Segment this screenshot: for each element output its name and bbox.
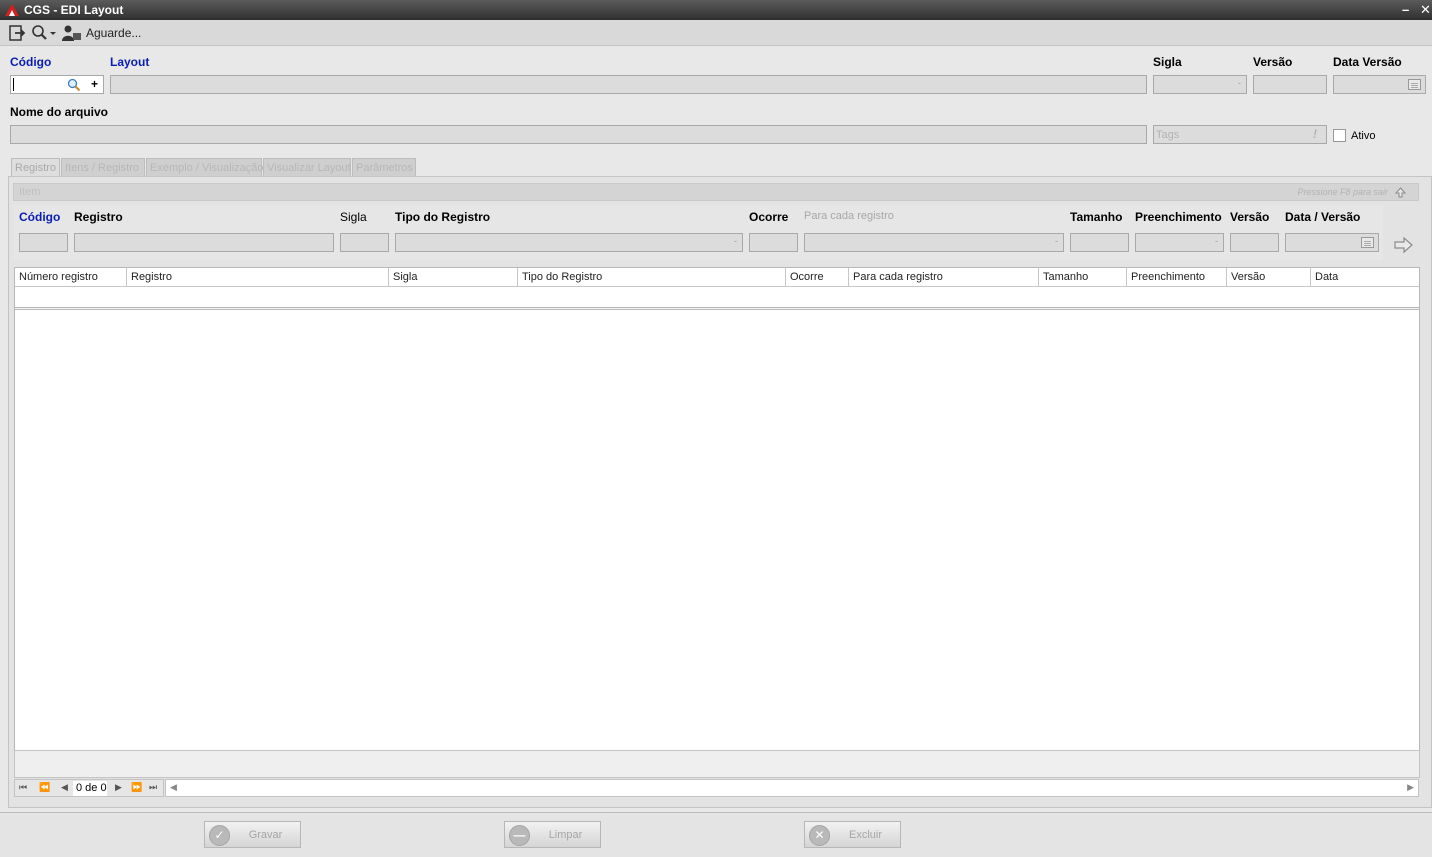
sigla-dropdown[interactable] [1153, 75, 1247, 94]
tags-field[interactable]: Tags ! [1153, 125, 1327, 144]
calendar-icon[interactable] [1361, 237, 1374, 248]
column-header-versao[interactable]: Versão [1227, 268, 1311, 287]
records-grid[interactable]: Número registro Registro Sigla Tipo do R… [14, 267, 1420, 751]
ativo-label: Ativo [1351, 130, 1376, 142]
toolbar: Aguarde... [0, 20, 1432, 46]
versao-label: Versão [1253, 55, 1293, 69]
prev-page-icon[interactable]: ◀ [61, 782, 68, 793]
close-button[interactable]: ✕ [1420, 2, 1431, 18]
column-header-para-cada-registro[interactable]: Para cada registro [849, 268, 1039, 287]
delete-label: Excluir [848, 829, 882, 841]
item-versao-field[interactable] [1230, 233, 1279, 252]
item-tipo-dropdown[interactable] [395, 233, 743, 252]
tab-parametros[interactable]: Parâmetros [352, 158, 416, 177]
app-logo-icon [5, 4, 19, 16]
add-arrow-icon[interactable] [1394, 236, 1414, 254]
last-page-icon[interactable]: ⏭ [149, 782, 157, 793]
minimize-button[interactable]: – [1402, 2, 1409, 17]
item-codigo-label: Código [19, 210, 61, 224]
users-icon[interactable] [62, 24, 82, 42]
column-header-data[interactable]: Data [1311, 268, 1419, 287]
next-page-icon[interactable]: ▶ [115, 782, 122, 793]
layout-field[interactable] [110, 75, 1147, 94]
column-header-tipo-registro[interactable]: Tipo do Registro [518, 268, 786, 287]
pager: ⏮ ⏪ ◀ 0 de 0 ▶ ⏩ ⏭ [14, 779, 164, 797]
data-versao-label: Data Versão [1333, 55, 1402, 69]
title-bar: CGS - EDI Layout – ✕ [0, 0, 1432, 20]
scroll-left-icon[interactable]: ◀ [170, 782, 177, 793]
search-icon[interactable] [67, 78, 81, 92]
item-registro-field[interactable] [74, 233, 334, 252]
search-dropdown-icon[interactable] [31, 24, 57, 42]
column-header-preenchimento[interactable]: Preenchimento [1127, 268, 1227, 287]
item-header-bar: Item Pressione F8 para sair [13, 183, 1419, 201]
sigla-label: Sigla [1153, 55, 1182, 69]
codigo-label: Código [10, 55, 52, 69]
tab-registro[interactable]: Registro [11, 158, 60, 177]
item-preenchimento-label: Preenchimento [1135, 210, 1222, 224]
item-ocorre-field[interactable] [749, 233, 798, 252]
nome-arquivo-field[interactable] [10, 125, 1147, 144]
column-header-sigla[interactable]: Sigla [389, 268, 518, 287]
next-set-icon[interactable]: ⏩ [131, 782, 142, 793]
record-count: 0 de 0 [73, 781, 107, 796]
column-header-numero-registro[interactable]: Número registro [15, 268, 127, 287]
item-title: Item [19, 186, 41, 198]
ativo-checkbox[interactable] [1333, 129, 1346, 142]
item-tipo-label: Tipo do Registro [395, 210, 491, 224]
tab-itens-registro[interactable]: Itens / Registro [61, 158, 145, 177]
exit-icon[interactable] [8, 24, 26, 42]
item-sigla-label: Sigla [340, 210, 367, 224]
versao-field[interactable] [1253, 75, 1327, 94]
status-text: Aguarde... [86, 26, 142, 40]
clear-button[interactable]: — Limpar [504, 821, 601, 848]
item-tamanho-label: Tamanho [1070, 210, 1123, 224]
window-title: CGS - EDI Layout [24, 3, 124, 17]
item-registro-label: Registro [74, 210, 123, 224]
item-tamanho-field[interactable] [1070, 233, 1129, 252]
item-versao-label: Versão [1230, 210, 1270, 224]
clear-label: Limpar [548, 829, 583, 841]
prev-set-icon[interactable]: ⏪ [39, 782, 50, 793]
delete-button[interactable]: ✕ Excluir [804, 821, 901, 848]
tags-warning-icon: ! [1313, 127, 1317, 141]
item-hint: Pressione F8 para sair [1297, 187, 1388, 197]
grid-filter-row-separator [15, 307, 1419, 310]
column-header-tamanho[interactable]: Tamanho [1039, 268, 1127, 287]
layout-label: Layout [110, 55, 150, 69]
save-label: Gravar [248, 829, 283, 841]
item-data-versao-field[interactable] [1285, 233, 1379, 252]
column-header-registro[interactable]: Registro [127, 268, 389, 287]
tags-placeholder: Tags [1156, 129, 1180, 141]
collapse-icon[interactable] [1395, 187, 1406, 198]
column-header-ocorre[interactable]: Ocorre [786, 268, 849, 287]
nome-arquivo-label: Nome do arquivo [10, 105, 109, 119]
codigo-field[interactable]: + [10, 75, 104, 94]
first-page-icon[interactable]: ⏮ [19, 782, 27, 793]
item-sigla-field[interactable] [340, 233, 389, 252]
item-para-cada-label: Para cada registro [804, 210, 894, 222]
add-button[interactable]: + [91, 77, 98, 91]
item-codigo-field[interactable] [19, 233, 68, 252]
tab-exemplo-visualizacao[interactable]: Exemplo / Visualização [146, 158, 264, 177]
scroll-right-icon[interactable]: ▶ [1407, 782, 1414, 793]
grid-footer [14, 750, 1420, 778]
tab-visualizar-layout[interactable]: Visualizar Layout [263, 158, 351, 177]
horizontal-scrollbar[interactable]: ◀ ▶ [165, 779, 1419, 797]
item-ocorre-label: Ocorre [749, 210, 789, 224]
data-versao-field[interactable] [1333, 75, 1426, 94]
item-data-versao-label: Data / Versão [1285, 210, 1361, 224]
item-para-cada-dropdown[interactable] [804, 233, 1064, 252]
save-button[interactable]: ✓ Gravar [204, 821, 301, 848]
item-preenchimento-dropdown[interactable] [1135, 233, 1224, 252]
calendar-icon[interactable] [1408, 79, 1421, 90]
text-cursor [13, 78, 14, 91]
